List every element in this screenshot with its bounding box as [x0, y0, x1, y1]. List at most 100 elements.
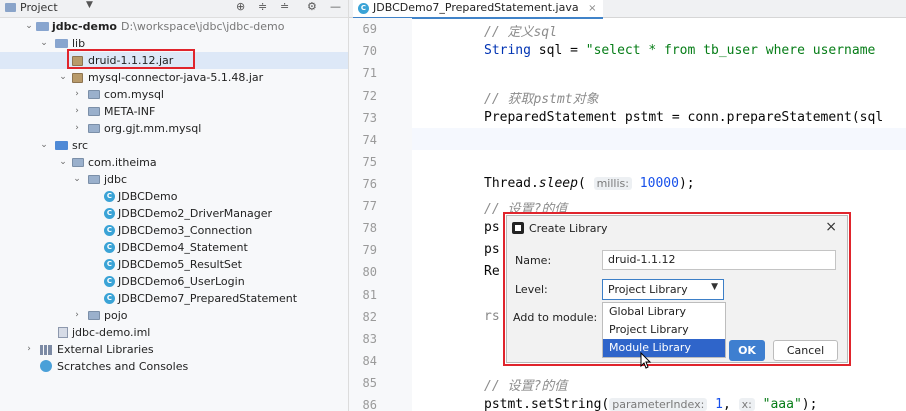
tree-item-class[interactable]: C JDBCDemo4_Statement [0, 239, 348, 256]
tree-item-class[interactable]: C JDBCDemo6_UserLogin [0, 273, 348, 290]
chevron-down-icon[interactable]: ▼ [86, 0, 93, 10]
mouse-cursor-icon [640, 352, 652, 369]
tree-item-com-itheima[interactable]: ⌄ com.itheima [0, 154, 348, 171]
target-icon[interactable]: ⊕ [236, 0, 245, 13]
java-class-icon: C [104, 259, 115, 270]
close-icon[interactable]: × [588, 3, 596, 14]
editor-tab-bar: C JDBCDemo7_PreparedStatement.java × [349, 0, 906, 19]
source-folder-icon [55, 141, 68, 150]
scratches-icon [40, 360, 52, 372]
tree-item-pojo[interactable]: › pojo [0, 307, 348, 324]
chevron-down-icon[interactable]: ⌄ [24, 18, 34, 35]
level-select[interactable]: Project Library ▼ [602, 279, 724, 300]
tree-item-src[interactable]: ⌄ src [0, 137, 348, 154]
code-token: "aaa" [754, 397, 802, 411]
library-name-input[interactable]: druid-1.1.12 [602, 250, 836, 270]
tree-item-org-gjt-mm-mysql[interactable]: › org.gjt.mm.mysql [0, 120, 348, 137]
project-panel-header: Project ▼ ⊕ ≑ ≐ ⚙ — [0, 0, 348, 18]
chevron-down-icon[interactable]: ⌄ [39, 35, 49, 52]
module-file-icon [58, 327, 68, 338]
tree-item-class[interactable]: C JDBCDemo2_DriverManager [0, 205, 348, 222]
dropdown-arrow-icon[interactable]: ▼ [711, 282, 718, 292]
parameter-hint: millis: [593, 177, 632, 190]
cancel-button[interactable]: Cancel [773, 340, 838, 361]
tree-item-label: External Libraries [57, 343, 154, 356]
tree-item-scratches[interactable]: Scratches and Consoles [0, 358, 348, 375]
parameter-hint: x: [738, 398, 755, 411]
chevron-right-icon[interactable]: › [24, 341, 34, 358]
level-label: Level: [515, 283, 548, 296]
gear-icon[interactable]: ⚙ [307, 0, 317, 13]
code-token: sleep [538, 176, 578, 191]
code-line: Re [484, 264, 500, 279]
package-icon [88, 90, 100, 99]
tree-item-label: Scratches and Consoles [57, 360, 189, 373]
library-icon [40, 345, 52, 355]
line-number: 69 [362, 22, 377, 36]
chevron-down-icon[interactable]: ⌄ [58, 154, 68, 171]
line-number: 72 [362, 89, 377, 103]
chevron-right-icon[interactable]: › [72, 120, 82, 137]
tree-item-label: com.itheima [88, 156, 157, 169]
tree-item-meta-inf[interactable]: › META-INF [0, 103, 348, 120]
chevron-right-icon[interactable]: › [72, 307, 82, 324]
java-class-icon: C [358, 3, 369, 14]
line-number: 74 [362, 133, 377, 147]
chevron-right-icon[interactable]: › [72, 103, 82, 120]
intellij-logo-icon [512, 222, 524, 234]
tree-item-iml[interactable]: jdbc-demo.iml [0, 324, 348, 341]
code-line: Thread.sleep( millis: 10000); [484, 176, 695, 191]
chevron-down-icon[interactable]: ⌄ [72, 171, 82, 188]
tree-item-com-mysql[interactable]: › com.mysql [0, 86, 348, 103]
code-token: 1 [707, 397, 723, 411]
editor-tab[interactable]: C JDBCDemo7_PreparedStatement.java × [353, 0, 603, 19]
code-token: sql = [530, 43, 586, 58]
close-icon[interactable]: × [825, 219, 837, 235]
level-option-module[interactable]: Module Library [603, 339, 725, 357]
folder-icon [36, 22, 49, 31]
chevron-down-icon[interactable]: ⌄ [58, 69, 68, 86]
line-number: 86 [362, 398, 377, 411]
tree-item-label: JDBCDemo5_ResultSet [118, 258, 242, 271]
jar-icon [72, 73, 83, 83]
line-number: 81 [362, 288, 377, 302]
line-number: 82 [362, 310, 377, 324]
code-token: ); [801, 397, 818, 411]
current-line-highlight [412, 128, 906, 150]
java-class-icon: C [104, 276, 115, 287]
expand-all-icon[interactable]: ≑ [258, 0, 267, 13]
tree-item-label: com.mysql [104, 88, 164, 101]
folder-icon [55, 39, 68, 48]
tree-item-class[interactable]: C JDBCDemo5_ResultSet [0, 256, 348, 273]
tree-item-external-libraries[interactable]: › External Libraries [0, 341, 348, 358]
tree-item-jdbc-demo[interactable]: ⌄ jdbc-demo D:\workspace\jdbc\jdbc-demo [0, 18, 348, 35]
tree-item-class[interactable]: C JDBCDemo3_Connection [0, 222, 348, 239]
code-line: // 设置?的值 [484, 379, 568, 394]
collapse-all-icon[interactable]: ≐ [280, 0, 289, 13]
code-line: String sql = "select * from tb_user wher… [484, 43, 875, 58]
minimize-icon[interactable]: — [330, 0, 341, 13]
ok-button[interactable]: OK [729, 340, 765, 361]
level-dropdown-list: Global Library Project Library Module Li… [602, 302, 726, 358]
tree-item-mysql-connector-jar[interactable]: ⌄ mysql-connector-java-5.1.48.jar [0, 69, 348, 86]
tree-item-label: jdbc-demo.iml [72, 326, 151, 339]
project-panel: Project ▼ ⊕ ≑ ≐ ⚙ — ⌄ jdbc-demo D:\works… [0, 0, 349, 411]
code-line: // 获取pstmt对象 [484, 92, 599, 107]
tree-item-class[interactable]: C JDBCDemo [0, 188, 348, 205]
code-line: // 定义sql [484, 25, 557, 40]
code-token: String [484, 43, 531, 58]
tree-item-class[interactable]: C JDBCDemo7_PreparedStatement [0, 290, 348, 307]
tree-item-jdbc[interactable]: ⌄ jdbc [0, 171, 348, 188]
project-panel-title[interactable]: Project [20, 1, 58, 14]
chevron-down-icon[interactable]: ⌄ [39, 137, 49, 154]
line-number: 84 [362, 354, 377, 368]
parameter-hint: parameterIndex: [609, 398, 708, 411]
level-option-project[interactable]: Project Library [603, 321, 725, 339]
tree-item-label: src [72, 139, 89, 152]
line-number: 79 [362, 243, 377, 257]
chevron-right-icon[interactable]: › [72, 86, 82, 103]
tree-item-label: mysql-connector-java-5.1.48.jar [88, 71, 264, 84]
code-line: ps [484, 242, 500, 257]
package-icon [88, 175, 100, 184]
level-option-global[interactable]: Global Library [603, 303, 725, 321]
